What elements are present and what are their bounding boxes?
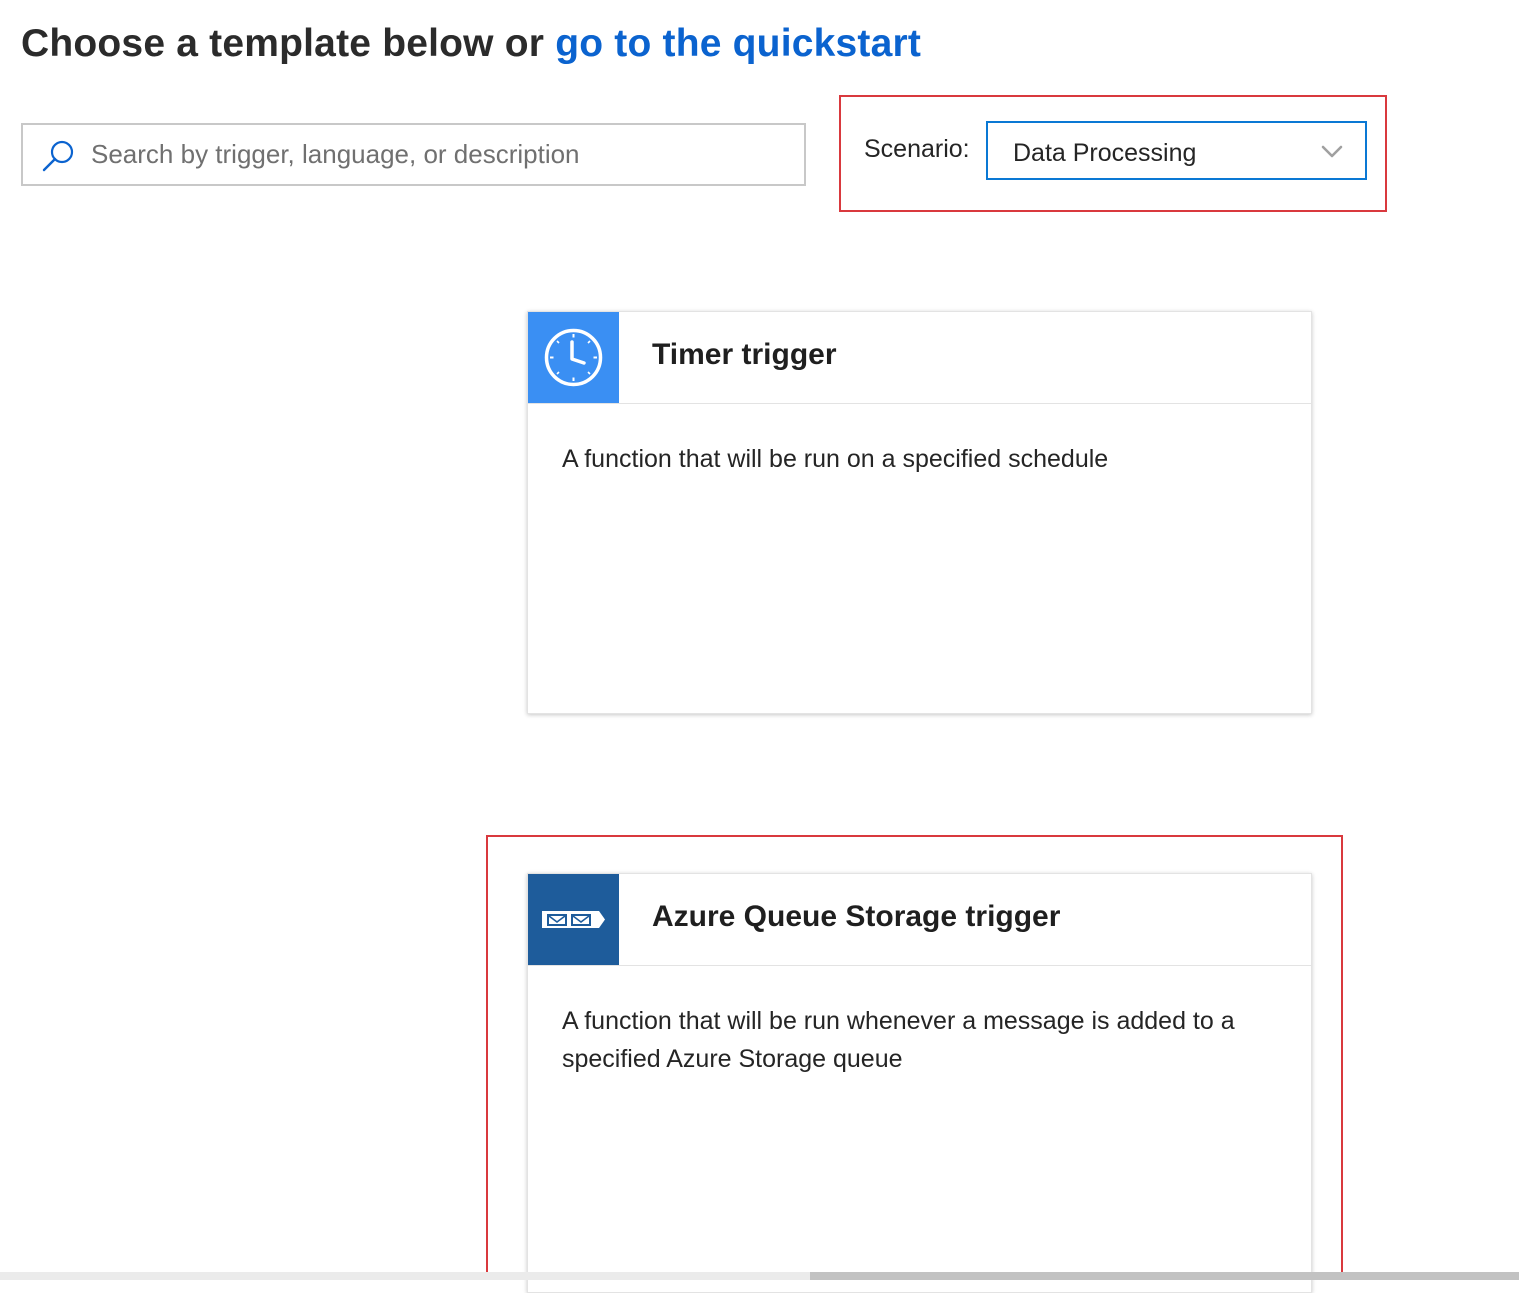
page-title-text: Choose a template below or [21, 22, 545, 65]
search-input[interactable] [91, 125, 791, 184]
scenario-label: Scenario: [864, 135, 970, 163]
scenario-selected-value: Data Processing [1013, 139, 1197, 167]
icon-tile [528, 312, 619, 403]
card-title: Timer trigger [652, 338, 837, 371]
card-title: Azure Queue Storage trigger [652, 900, 1061, 933]
scrollbar-thumb[interactable] [810, 1272, 1519, 1280]
icon-tile [528, 874, 619, 965]
card-description: A function that will be run on a specifi… [562, 445, 1109, 473]
quickstart-link[interactable]: go to the quickstart [555, 22, 921, 65]
chevron-down-icon [1321, 145, 1343, 158]
card-description: A function that will be run whenever a m… [562, 1007, 1235, 1073]
horizontal-scrollbar[interactable] [0, 1272, 1519, 1280]
scenario-dropdown[interactable]: Data Processing [986, 121, 1367, 180]
card-header: Timer trigger [528, 312, 1311, 404]
clock-icon [544, 328, 603, 387]
search-box[interactable] [21, 123, 806, 186]
template-card-timer-trigger[interactable]: Timer trigger A function that will be ru… [527, 311, 1312, 714]
queue-message-icon [542, 911, 605, 928]
search-icon [42, 140, 74, 172]
page-title: Choose a template below or go to the qui… [21, 22, 921, 66]
template-card-azure-queue-storage-trigger[interactable]: Azure Queue Storage trigger A function t… [527, 873, 1312, 1293]
card-header: Azure Queue Storage trigger [528, 874, 1311, 966]
